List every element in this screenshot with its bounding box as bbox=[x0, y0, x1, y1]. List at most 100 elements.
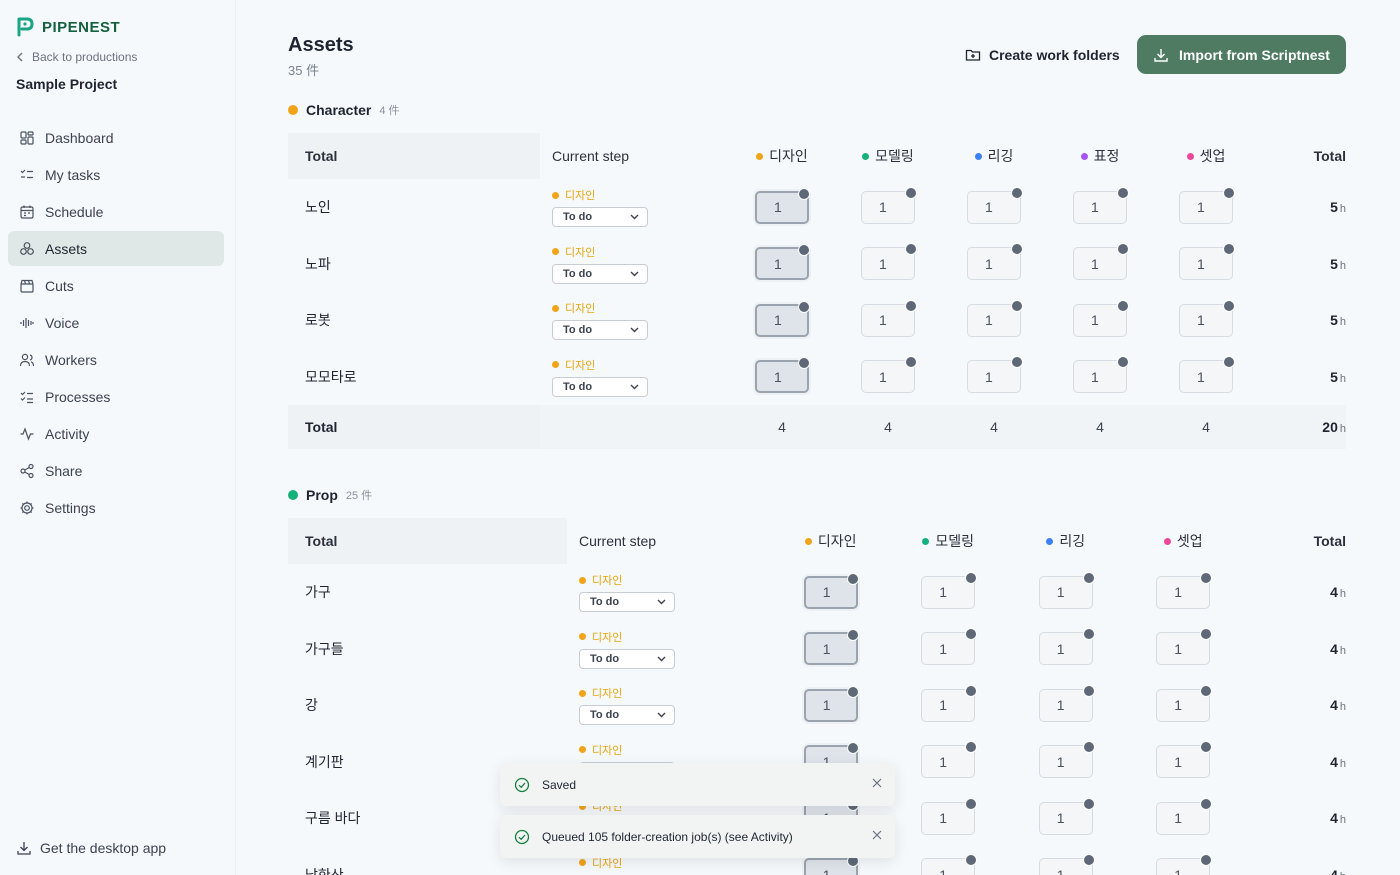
status-select[interactable]: To do bbox=[552, 320, 648, 341]
drag-handle[interactable] bbox=[1117, 299, 1129, 312]
asset-name[interactable]: 가구들 bbox=[288, 639, 567, 659]
drag-handle[interactable] bbox=[1223, 299, 1235, 312]
estimate-input[interactable]: 1 bbox=[803, 855, 859, 875]
col-header-step[interactable]: 디자인 bbox=[729, 146, 835, 166]
drag-handle[interactable] bbox=[965, 684, 978, 697]
sidebar-item-activity[interactable]: Activity bbox=[8, 416, 224, 451]
sidebar-item-voice[interactable]: Voice bbox=[8, 305, 224, 340]
drag-handle[interactable] bbox=[846, 685, 859, 698]
drag-handle[interactable] bbox=[905, 299, 917, 312]
sidebar-item-assets[interactable]: Assets bbox=[8, 231, 224, 266]
estimate-input[interactable]: 1 bbox=[967, 243, 1023, 281]
drag-handle[interactable] bbox=[1117, 356, 1129, 369]
drag-handle[interactable] bbox=[1082, 854, 1095, 867]
drag-handle[interactable] bbox=[1011, 186, 1023, 199]
drag-handle[interactable] bbox=[1117, 186, 1129, 199]
drag-handle[interactable] bbox=[1200, 854, 1213, 867]
estimate-input[interactable]: 1 bbox=[1038, 797, 1095, 835]
estimate-input[interactable]: 1 bbox=[921, 797, 978, 835]
col-header-total[interactable]: Total bbox=[288, 518, 567, 564]
estimate-input[interactable]: 1 bbox=[861, 299, 917, 337]
estimate-input[interactable]: 1 bbox=[1073, 299, 1129, 337]
estimate-input[interactable]: 1 bbox=[803, 685, 859, 722]
drag-handle[interactable] bbox=[1082, 684, 1095, 697]
col-header-step[interactable]: 디자인 bbox=[772, 531, 890, 551]
brand[interactable]: PIPENEST bbox=[16, 16, 120, 38]
drag-handle[interactable] bbox=[1117, 243, 1129, 256]
import-from-scriptnest-button[interactable]: Import from Scriptnest bbox=[1137, 35, 1346, 74]
status-select[interactable]: To do bbox=[552, 207, 648, 228]
col-header-current-step[interactable]: Current step bbox=[567, 533, 772, 549]
drag-handle[interactable] bbox=[1011, 299, 1023, 312]
status-select[interactable]: To do bbox=[552, 263, 648, 284]
estimate-input[interactable]: 1 bbox=[921, 741, 978, 779]
asset-name[interactable]: 노파 bbox=[288, 254, 540, 274]
create-work-folders-button[interactable]: Create work folders bbox=[957, 40, 1128, 70]
col-header-step[interactable]: 셋업 bbox=[1153, 146, 1259, 166]
estimate-input[interactable]: 1 bbox=[755, 300, 810, 337]
estimate-input[interactable]: 1 bbox=[803, 629, 859, 666]
drag-handle[interactable] bbox=[798, 357, 810, 370]
estimate-input[interactable]: 1 bbox=[1038, 684, 1095, 722]
drag-handle[interactable] bbox=[846, 742, 859, 755]
col-header-step[interactable]: 표정 bbox=[1047, 146, 1153, 166]
estimate-input[interactable]: 1 bbox=[1038, 741, 1095, 779]
sidebar-item-settings[interactable]: Settings bbox=[8, 490, 224, 525]
estimate-input[interactable]: 1 bbox=[1073, 356, 1129, 394]
estimate-input[interactable]: 1 bbox=[1179, 186, 1235, 224]
estimate-input[interactable]: 1 bbox=[1073, 243, 1129, 281]
drag-handle[interactable] bbox=[905, 356, 917, 369]
estimate-input[interactable]: 1 bbox=[1179, 243, 1235, 281]
estimate-input[interactable]: 1 bbox=[1038, 854, 1095, 875]
drag-handle[interactable] bbox=[905, 243, 917, 256]
estimate-input[interactable]: 1 bbox=[967, 356, 1023, 394]
col-header-step[interactable]: 모델링 bbox=[890, 531, 1008, 551]
col-header-step[interactable]: 리깅 bbox=[1007, 531, 1125, 551]
drag-handle[interactable] bbox=[965, 854, 978, 867]
estimate-input[interactable]: 1 bbox=[967, 186, 1023, 224]
drag-handle[interactable] bbox=[1200, 571, 1213, 584]
sidebar-item-dashboard[interactable]: Dashboard bbox=[8, 120, 224, 155]
col-header-total[interactable]: Total bbox=[288, 133, 540, 179]
col-header-row-total[interactable]: Total bbox=[1259, 148, 1346, 164]
estimate-input[interactable]: 1 bbox=[967, 299, 1023, 337]
sidebar-item-cuts[interactable]: Cuts bbox=[8, 268, 224, 303]
estimate-input[interactable]: 1 bbox=[1156, 741, 1213, 779]
drag-handle[interactable] bbox=[1011, 243, 1023, 256]
get-desktop-app-link[interactable]: Get the desktop app bbox=[16, 840, 166, 856]
status-select[interactable]: To do bbox=[579, 705, 675, 726]
drag-handle[interactable] bbox=[846, 572, 859, 585]
sidebar-item-processes[interactable]: Processes bbox=[8, 379, 224, 414]
estimate-input[interactable]: 1 bbox=[1156, 854, 1213, 875]
status-select[interactable]: To do bbox=[552, 376, 648, 397]
col-header-row-total[interactable]: Total bbox=[1242, 533, 1346, 549]
close-icon[interactable] bbox=[871, 777, 883, 789]
estimate-input[interactable]: 1 bbox=[921, 854, 978, 875]
drag-handle[interactable] bbox=[1200, 628, 1213, 641]
estimate-input[interactable]: 1 bbox=[755, 244, 810, 281]
drag-handle[interactable] bbox=[965, 571, 978, 584]
estimate-input[interactable]: 1 bbox=[1179, 299, 1235, 337]
sidebar-item-my-tasks[interactable]: My tasks bbox=[8, 157, 224, 192]
drag-handle[interactable] bbox=[965, 628, 978, 641]
drag-handle[interactable] bbox=[1223, 356, 1235, 369]
estimate-input[interactable]: 1 bbox=[1156, 797, 1213, 835]
status-select[interactable]: To do bbox=[579, 648, 675, 669]
asset-name[interactable]: 노인 bbox=[288, 197, 540, 217]
estimate-input[interactable]: 1 bbox=[861, 356, 917, 394]
drag-handle[interactable] bbox=[1223, 243, 1235, 256]
drag-handle[interactable] bbox=[846, 629, 859, 642]
drag-handle[interactable] bbox=[1082, 741, 1095, 754]
sidebar-item-share[interactable]: Share bbox=[8, 453, 224, 488]
estimate-input[interactable]: 1 bbox=[1038, 628, 1095, 666]
col-header-step[interactable]: 리깅 bbox=[941, 146, 1047, 166]
drag-handle[interactable] bbox=[1082, 571, 1095, 584]
drag-handle[interactable] bbox=[798, 187, 810, 200]
drag-handle[interactable] bbox=[1200, 684, 1213, 697]
col-header-current-step[interactable]: Current step bbox=[540, 148, 729, 164]
estimate-input[interactable]: 1 bbox=[1156, 684, 1213, 722]
drag-handle[interactable] bbox=[965, 741, 978, 754]
drag-handle[interactable] bbox=[1200, 797, 1213, 810]
back-to-productions-link[interactable]: Back to productions bbox=[16, 50, 137, 64]
estimate-input[interactable]: 1 bbox=[921, 684, 978, 722]
